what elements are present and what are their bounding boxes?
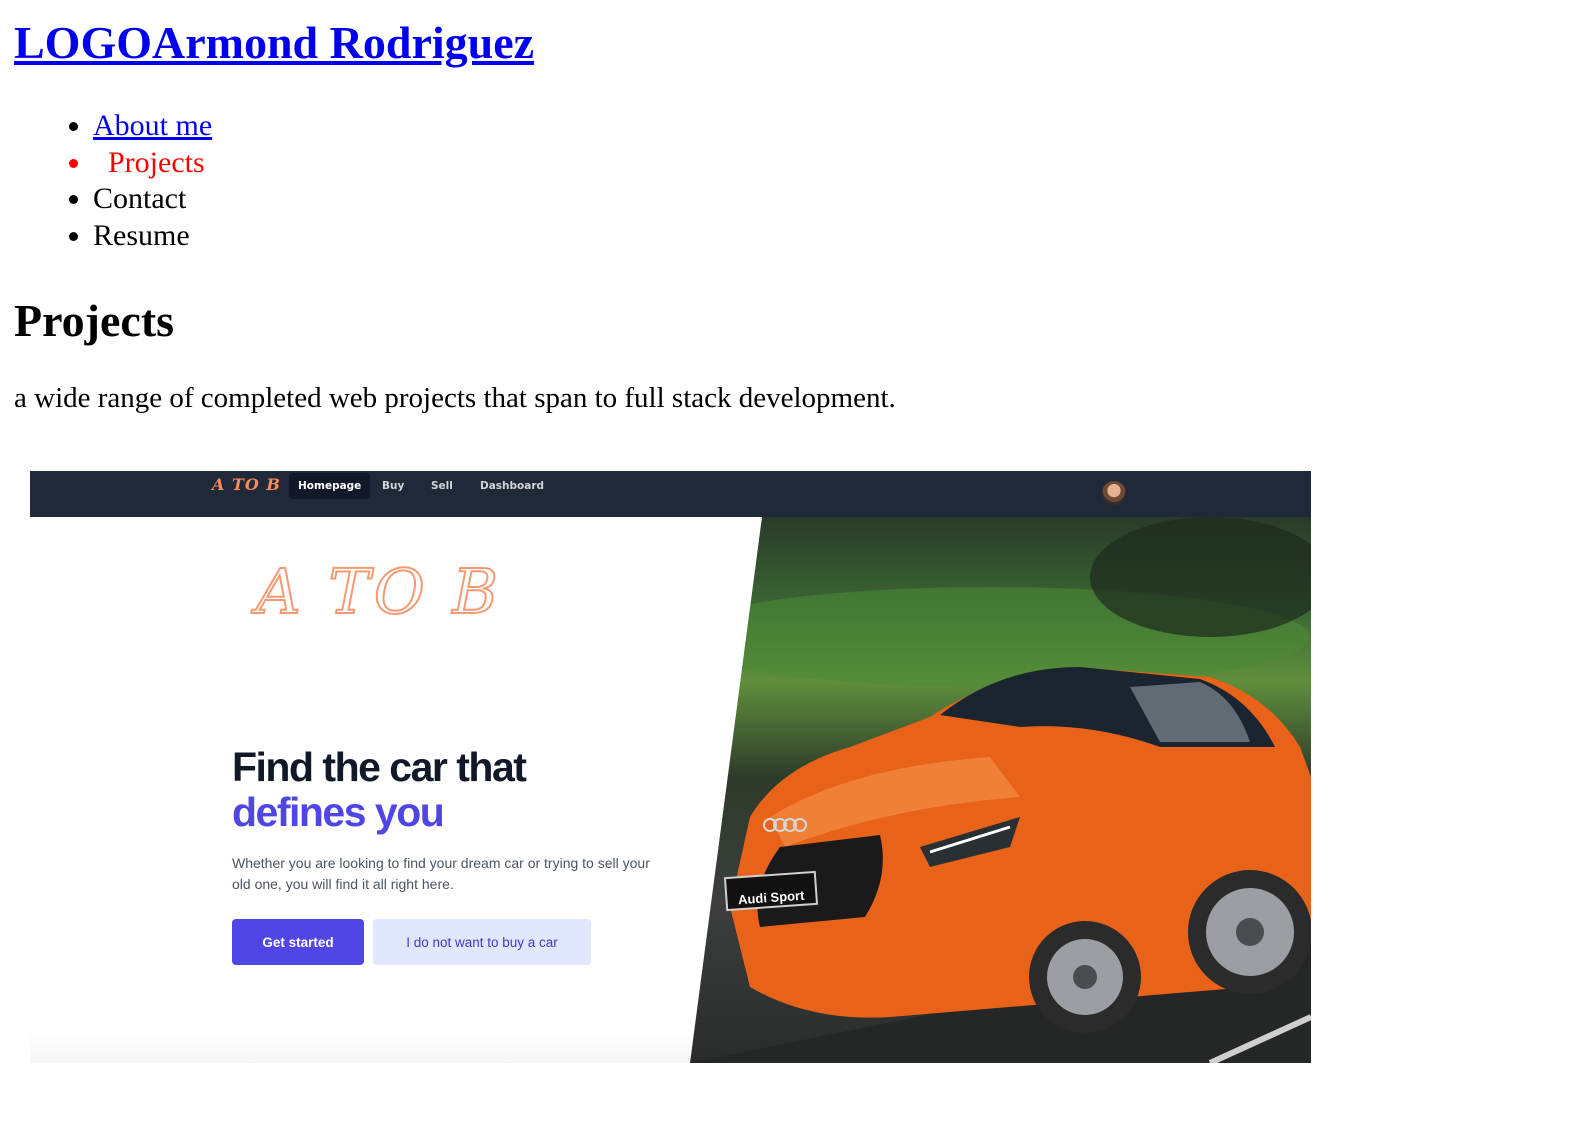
site-title-link[interactable]: LOGOArmond Rodriguez: [14, 17, 534, 68]
screenshot-nav-homepage: Homepage: [289, 473, 371, 499]
nav-item-projects[interactable]: Projects: [93, 145, 1576, 182]
car-illustration: [690, 517, 1311, 1063]
screenshot-nav-sell: Sell: [431, 480, 453, 492]
site-title: LOGOArmond Rodriguez: [14, 16, 1576, 70]
screenshot-car-image: Audi Sport: [690, 517, 1311, 1063]
screenshot-hero-logo: A TO B: [255, 555, 502, 628]
nav-item-resume[interactable]: Resume: [93, 218, 1576, 255]
screenshot-nav-dashboard: Dashboard: [480, 480, 545, 492]
screenshot-avatar: [1102, 481, 1126, 505]
screenshot-brand-logo: A TO B: [212, 475, 281, 494]
screenshot-nav-buy: Buy: [382, 480, 405, 492]
screenshot-headline-accent: defines you: [232, 789, 445, 835]
project-screenshot[interactable]: A TO B Homepage Buy Sell Dashboard A TO …: [30, 471, 1311, 1063]
nav-link-about[interactable]: About me: [93, 109, 212, 142]
projects-heading: Projects: [14, 295, 175, 346]
nav-item-about: About me: [93, 108, 1576, 145]
page: LOGOArmond Rodriguez About me Projects C…: [0, 16, 1590, 416]
nav-item-contact[interactable]: Contact: [93, 181, 1576, 218]
main-nav: About me Projects Contact Resume: [14, 108, 1576, 254]
screenshot-bottom-shadow: [30, 1031, 690, 1063]
screenshot-headline-line1: Find the car that: [232, 744, 527, 790]
projects-description: a wide range of completed web projects t…: [14, 382, 896, 414]
screenshot-navbar: A TO B Homepage Buy Sell Dashboard: [30, 471, 1311, 517]
screenshot-headline: Find the car that defines you: [232, 744, 527, 835]
screenshot-secondary-button: I do not want to buy a car: [373, 919, 591, 965]
screenshot-subtitle: Whether you are looking to find your dre…: [232, 855, 650, 892]
screenshot-get-started-button: Get started: [232, 919, 364, 965]
